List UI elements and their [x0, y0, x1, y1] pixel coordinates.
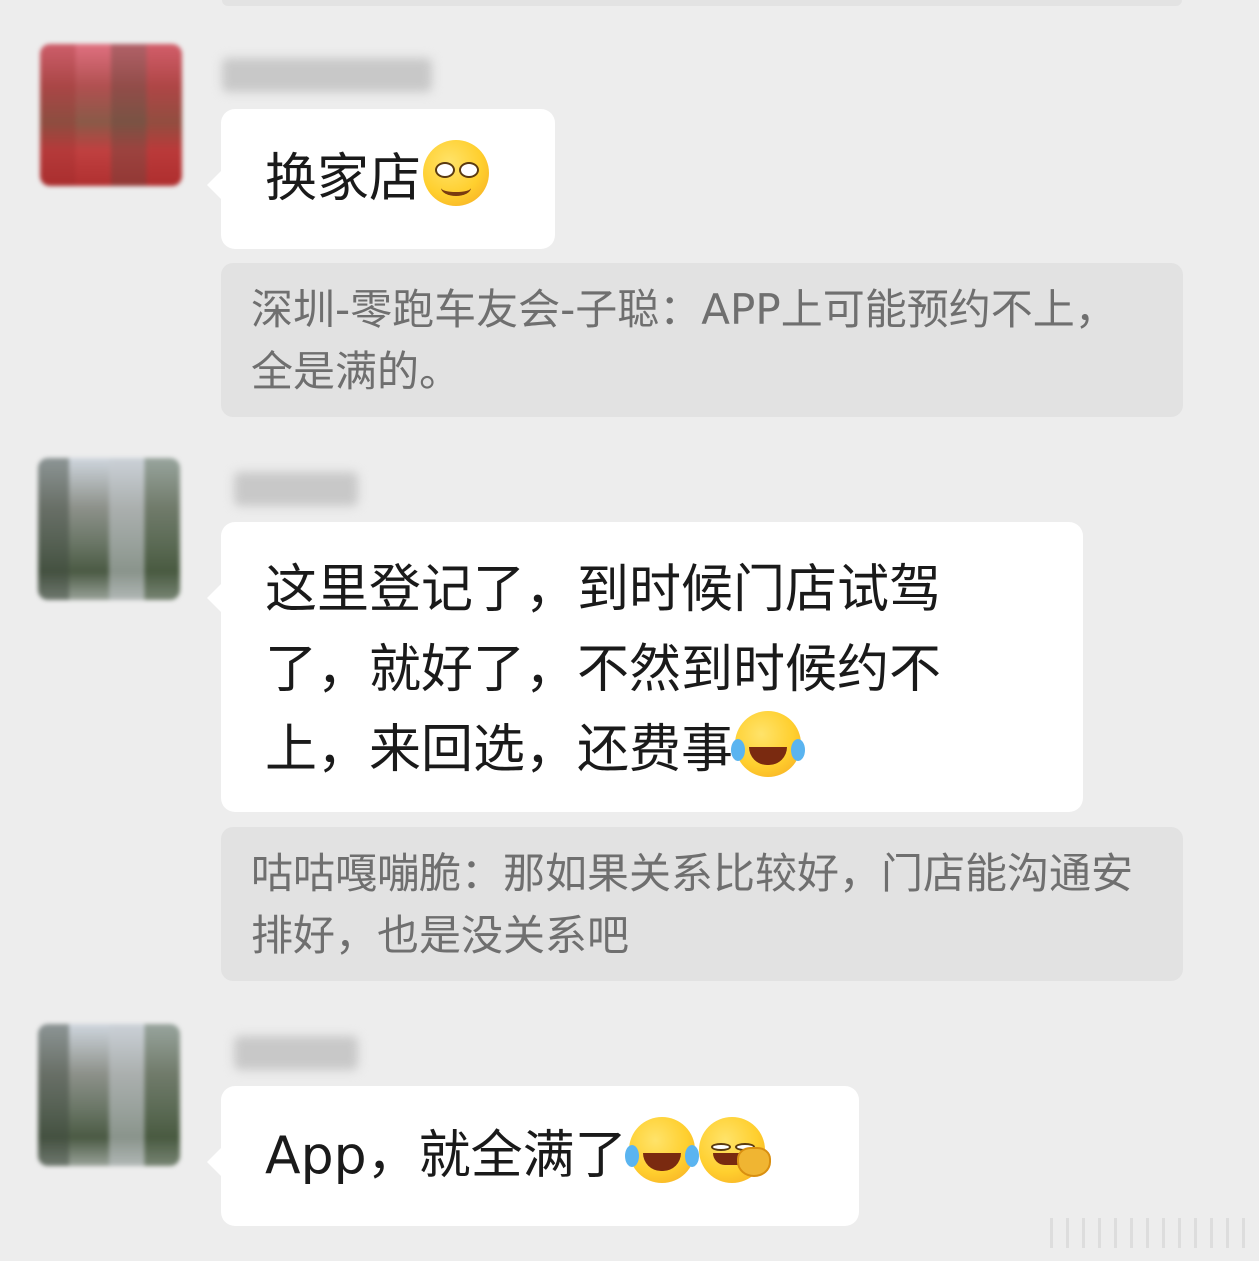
quote-text: 深圳-零跑车友会-子聪：APP上可能预约不上，全是满的。: [251, 285, 1117, 396]
tears-of-joy-icon: [624, 1117, 699, 1183]
chat-bubble[interactable]: App，就全满了: [207, 1086, 859, 1226]
facepalm-face-icon: [698, 1117, 771, 1183]
avatar[interactable]: [38, 1024, 180, 1166]
smirk-face-icon: [423, 140, 490, 206]
message-text: 换家店: [265, 149, 422, 209]
quoted-message[interactable]: 深圳-零跑车友会-子聪：APP上可能预约不上，全是满的。: [221, 263, 1183, 417]
quote-text: 咕咕嘎嘣脆：那如果关系比较好，门店能沟通安排好，也是没关系吧: [251, 849, 1134, 960]
chat-bubble[interactable]: 这里登记了，到时候门店试驾了，就好了，不然到时候约不上，来回选，还费事: [207, 522, 1083, 812]
sender-name-blurred: [234, 1036, 358, 1070]
avatar[interactable]: [40, 44, 182, 186]
sender-name-blurred: [222, 58, 432, 92]
avatar[interactable]: [38, 458, 180, 600]
message-text: 这里登记了，到时候门店试驾了，就好了，不然到时候约不上，来回选，还费事: [265, 560, 942, 780]
previous-message-edge: [222, 0, 1182, 6]
chat-bubble[interactable]: 换家店: [207, 109, 555, 249]
watermark: [1050, 1218, 1246, 1248]
sender-name-blurred: [234, 472, 358, 506]
tears-of-joy-icon: [731, 711, 806, 777]
quoted-message[interactable]: 咕咕嘎嘣脆：那如果关系比较好，门店能沟通安排好，也是没关系吧: [221, 827, 1183, 981]
message-text: App，就全满了: [265, 1126, 627, 1186]
